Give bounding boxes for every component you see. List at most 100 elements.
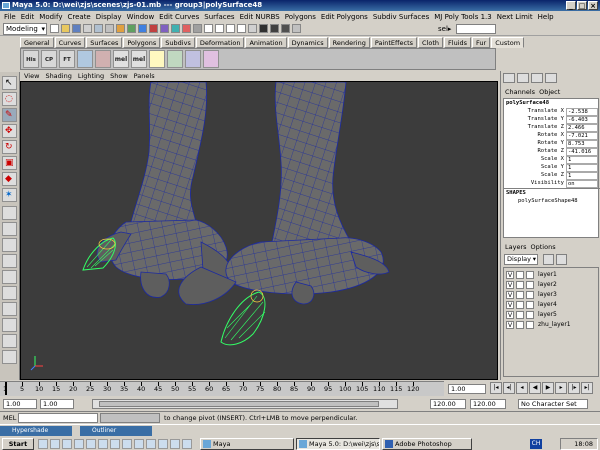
select-component-icon[interactable] — [105, 24, 114, 33]
playback-end-field[interactable]: 120.00 — [430, 399, 466, 409]
channel-row[interactable]: Rotate Z -41.016 — [504, 148, 600, 156]
move-tool-icon[interactable]: ✥ — [2, 124, 17, 138]
shelf-tab-painteffects[interactable]: PaintEffects — [370, 37, 418, 48]
mask-deformations-icon[interactable] — [160, 24, 169, 33]
select-hierarchy-icon[interactable] — [83, 24, 92, 33]
layer-row[interactable]: Vlayer4 — [504, 300, 598, 310]
layout-persp-uv-icon[interactable] — [2, 334, 17, 348]
menu-edit-nurbs[interactable]: Edit NURBS — [240, 13, 280, 21]
history-icon[interactable] — [248, 24, 257, 33]
shelf-tab-custom[interactable]: Custom — [491, 37, 525, 48]
menu-file[interactable]: File — [4, 13, 16, 21]
character-set-dropdown[interactable]: No Character Set — [518, 399, 588, 409]
layer-color-swatch[interactable] — [526, 281, 534, 289]
layer-name[interactable]: layer1 — [538, 271, 557, 278]
taskbar-photoshop-button[interactable]: Adobe Photoshop — [382, 438, 472, 450]
range-bar[interactable] — [92, 399, 398, 409]
start-button[interactable]: Start — [2, 438, 34, 450]
layer-color-swatch[interactable] — [526, 291, 534, 299]
layer-visibility-toggle[interactable]: V — [506, 311, 514, 319]
menu-window[interactable]: Window — [127, 13, 155, 21]
perspective-viewport[interactable] — [20, 81, 498, 380]
layer-template-toggle[interactable] — [516, 301, 524, 309]
menu-edit-curves[interactable]: Edit Curves — [159, 13, 199, 21]
taskbar-maya-scene-button[interactable]: Maya 5.0: D:\wei\zjs\sce... — [296, 438, 380, 450]
menu-edit-polygons[interactable]: Edit Polygons — [321, 13, 368, 21]
shelf-freeze-transform-button[interactable]: FT — [59, 50, 75, 68]
select-object-icon[interactable] — [94, 24, 103, 33]
layer-visibility-toggle[interactable]: V — [506, 281, 514, 289]
lasso-tool-icon[interactable]: ◌ — [2, 92, 17, 106]
playback-start-field[interactable]: 1.00 — [40, 399, 74, 409]
channel-value[interactable]: -41.016 — [566, 148, 598, 156]
menu-surfaces[interactable]: Surfaces — [204, 13, 234, 21]
minimized-outliner[interactable]: Outliner — [80, 426, 152, 436]
quicklaunch-app8-icon[interactable] — [170, 439, 180, 449]
shelf-tab-curves[interactable]: Curves — [54, 37, 86, 48]
channel-value[interactable]: 8.753 — [566, 140, 598, 148]
panel-menu-shading[interactable]: Shading — [45, 71, 71, 81]
layer-visibility-toggle[interactable]: V — [506, 321, 514, 329]
go-to-end-button[interactable]: ▸| — [581, 382, 593, 394]
maximize-button[interactable]: □ — [577, 1, 587, 10]
shelf-tab-fur[interactable]: Fur — [472, 37, 491, 48]
menu-next-limit[interactable]: Next Limit — [497, 13, 533, 21]
shape-node-name[interactable]: polySurfaceShape48 — [518, 198, 578, 204]
channel-row[interactable]: Translate X -2.538 — [504, 108, 600, 116]
quicklaunch-app1-icon[interactable] — [86, 439, 96, 449]
channel-value[interactable]: -2.538 — [566, 108, 598, 116]
channel-row[interactable]: Rotate X -7.021 — [504, 132, 600, 140]
mask-surfaces-icon[interactable] — [149, 24, 158, 33]
layer-row[interactable]: Vlayer1 — [504, 270, 598, 280]
quick-selection-field[interactable] — [456, 24, 496, 34]
rotate-tool-icon[interactable]: ↻ — [2, 140, 17, 154]
attribute-editor-toggle-icon[interactable] — [517, 73, 529, 83]
step-forward-frame-button[interactable]: ▸ — [555, 382, 567, 394]
layer-type-dropdown[interactable]: Display — [504, 254, 538, 265]
object-menu[interactable]: Object — [539, 88, 560, 96]
shelf-tab-rendering[interactable]: Rendering — [328, 37, 370, 48]
mask-handles-icon[interactable] — [116, 24, 125, 33]
quicklaunch-app2-icon[interactable] — [98, 439, 108, 449]
layer-name[interactable]: layer4 — [538, 301, 557, 308]
left-leg-mesh[interactable] — [96, 82, 233, 298]
channel-value[interactable]: 1 — [566, 164, 598, 172]
range-bar-handle[interactable] — [99, 401, 379, 407]
animation-end-field[interactable]: 120.00 — [470, 399, 506, 409]
layer-name[interactable]: layer3 — [538, 291, 557, 298]
shelf-tab-deformation[interactable]: Deformation — [195, 37, 245, 48]
menu-modify[interactable]: Modify — [39, 13, 62, 21]
current-time-marker[interactable] — [5, 382, 7, 395]
close-button[interactable]: × — [588, 1, 598, 10]
shelf-mel-button-2[interactable]: mel — [131, 50, 147, 68]
layout-four-icon[interactable] — [2, 222, 17, 236]
new-layer-from-selection-icon[interactable] — [556, 254, 567, 265]
new-layer-icon[interactable] — [543, 254, 554, 265]
channel-value[interactable]: -6.403 — [566, 116, 598, 124]
channel-value[interactable]: 1 — [566, 172, 598, 180]
minimize-button[interactable]: _ — [566, 1, 576, 10]
language-indicator[interactable]: CH — [530, 439, 542, 449]
mode-dropdown[interactable]: Modeling — [3, 23, 47, 35]
menu-create[interactable]: Create — [67, 13, 90, 21]
channel-row[interactable]: Visibility on — [504, 180, 600, 188]
right-claw-selected[interactable] — [220, 289, 266, 346]
quicklaunch-app6-icon[interactable] — [146, 439, 156, 449]
snap-plane-icon[interactable] — [237, 24, 246, 33]
layer-row[interactable]: Vlayer2 — [504, 280, 598, 290]
channel-row[interactable]: Translate Y -6.403 — [504, 116, 600, 124]
layout-persp-graph-icon[interactable] — [2, 254, 17, 268]
shelf-smooth-icon[interactable] — [203, 50, 219, 68]
quicklaunch-app5-icon[interactable] — [134, 439, 144, 449]
shelf-tab-surfaces[interactable]: Surfaces — [86, 37, 123, 48]
mask-joints-icon[interactable] — [127, 24, 136, 33]
layer-template-toggle[interactable] — [516, 291, 524, 299]
selection-mode-label[interactable]: sel▸ — [438, 25, 451, 33]
layer-row[interactable]: Vzhu_layer1 — [504, 320, 598, 330]
viewport-canvas[interactable] — [21, 82, 498, 380]
channel-row[interactable]: Translate Z 2.466 — [504, 124, 600, 132]
select-tool-icon[interactable]: ↖ — [2, 76, 17, 90]
panel-menu-lighting[interactable]: Lighting — [78, 71, 104, 81]
play-backwards-button[interactable]: ◀ — [529, 382, 541, 394]
current-frame-field[interactable]: 1.00 — [448, 384, 486, 394]
